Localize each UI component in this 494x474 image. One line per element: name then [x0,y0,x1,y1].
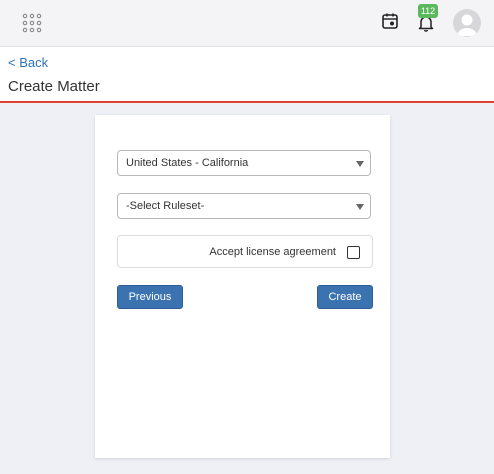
top-bar: 112 [0,0,494,47]
chevron-down-icon [356,204,364,210]
notification-count-badge: 112 [418,4,438,18]
previous-button[interactable]: Previous [117,285,183,309]
calendar-icon[interactable] [381,12,399,30]
create-button[interactable]: Create [317,285,373,309]
ruleset-select-value: -Select Ruleset- [126,200,205,212]
back-link[interactable]: < Back [8,55,48,70]
page-header: < Back Create Matter [0,47,494,103]
jurisdiction-select[interactable]: United States - California [117,150,371,176]
license-agreement-row: Accept license agreement [117,235,373,268]
ruleset-select[interactable]: -Select Ruleset- [117,193,371,219]
license-agreement-checkbox[interactable] [347,246,360,259]
create-matter-card: United States - California -Select Rules… [95,115,390,458]
jurisdiction-select-value: United States - California [126,157,249,169]
avatar[interactable] [453,9,481,37]
avatar-icon [457,14,477,36]
chevron-down-icon [356,161,364,167]
notifications-button[interactable]: 112 [414,4,442,36]
page-title: Create Matter [8,78,100,95]
apps-grid-icon[interactable] [22,13,42,33]
license-agreement-label: Accept license agreement [209,246,336,258]
